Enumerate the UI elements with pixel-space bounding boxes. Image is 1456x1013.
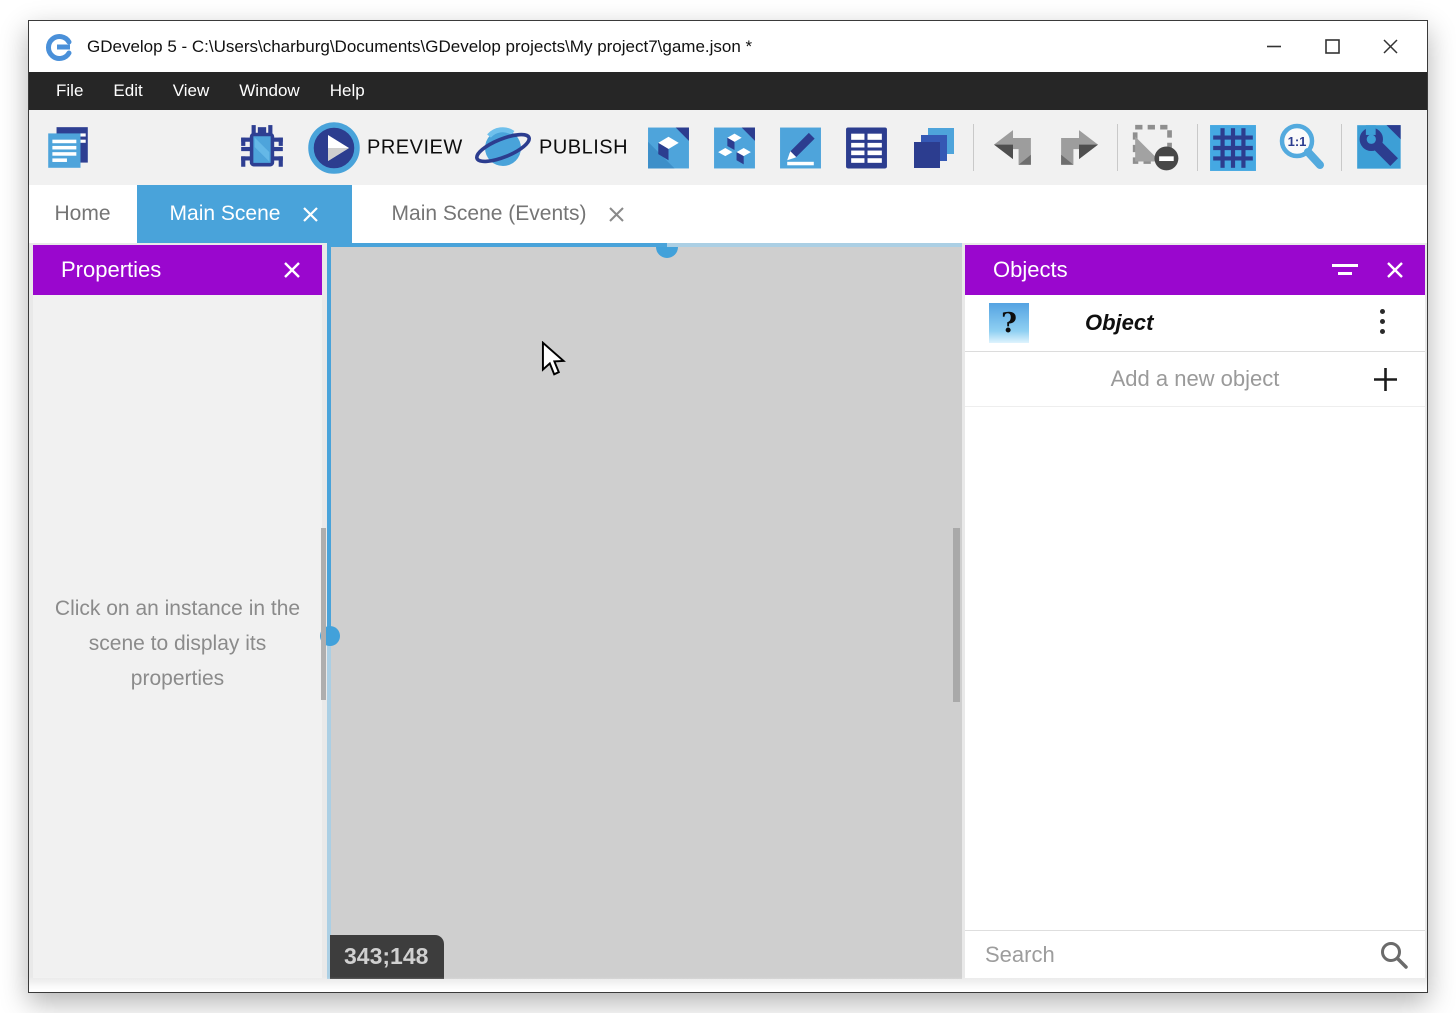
properties-panel: Properties Click on an instance in the s…	[33, 245, 322, 978]
game-window-top-border	[327, 243, 962, 247]
app-window: GDevelop 5 - C:\Users\charburg\Documents…	[28, 20, 1428, 993]
close-panel-icon[interactable]	[1385, 260, 1405, 285]
question-mark-icon: ?	[989, 303, 1029, 343]
toolbar-separator	[1341, 124, 1342, 171]
search-input[interactable]	[985, 942, 1355, 968]
properties-scrollbar-thumb[interactable]	[321, 528, 326, 700]
filter-icon[interactable]	[1331, 262, 1359, 283]
layers-icon	[910, 124, 958, 172]
properties-empty-message: Click on an instance in the scene to dis…	[50, 591, 306, 696]
main-area: Properties Click on an instance in the s…	[29, 243, 1427, 992]
preview-play-icon	[307, 121, 361, 175]
redo-button[interactable]	[1057, 129, 1101, 167]
kebab-menu-icon[interactable]	[1380, 309, 1385, 334]
objects-panel-header: Objects	[965, 245, 1425, 295]
objects-panel-title: Objects	[993, 257, 1068, 283]
toolbar-separator	[973, 124, 974, 171]
tab-close-icon[interactable]	[608, 206, 625, 223]
edit-properties-icon	[778, 125, 823, 170]
canvas-scrollbar-thumb[interactable]	[953, 528, 960, 702]
tab-label: Main Scene (Events)	[392, 202, 587, 226]
mouse-cursor-icon	[541, 341, 566, 378]
menu-file[interactable]: File	[41, 72, 98, 110]
minimize-button[interactable]	[1245, 21, 1303, 72]
tab-bar: Home Main Scene Main Scene (Events)	[29, 185, 1427, 243]
project-manager-button[interactable]	[43, 123, 93, 173]
debugger-icon	[237, 123, 287, 173]
menu-window[interactable]: Window	[224, 72, 314, 110]
setup-tools-button[interactable]	[1355, 123, 1405, 173]
menu-edit[interactable]: Edit	[98, 72, 157, 110]
objects-groups-button[interactable]	[712, 125, 757, 170]
tab-home[interactable]: Home	[40, 185, 125, 243]
toolbar-separator	[1117, 124, 1118, 171]
add-object-row[interactable]: Add a new object	[965, 352, 1425, 407]
debugger-button[interactable]	[237, 123, 287, 173]
toolbar-separator	[1197, 124, 1198, 171]
preview-button[interactable]	[307, 121, 361, 175]
publish-planet-icon	[473, 122, 535, 174]
project-manager-icon	[43, 123, 93, 173]
publish-label[interactable]: PUBLISH	[539, 136, 628, 159]
mask-icon	[1131, 123, 1181, 173]
maximize-button[interactable]	[1303, 21, 1361, 72]
objects-panel-empty-space	[965, 407, 1425, 930]
add-object-icon	[646, 125, 691, 170]
close-button[interactable]	[1361, 21, 1419, 72]
wrench-icon	[1355, 123, 1405, 173]
toggle-mask-button[interactable]	[1131, 123, 1181, 173]
grid-icon	[1209, 124, 1257, 172]
menu-help[interactable]: Help	[315, 72, 380, 110]
layers-button[interactable]	[910, 124, 958, 172]
tab-main-scene-events[interactable]: Main Scene (Events)	[352, 185, 665, 243]
preview-label[interactable]: PREVIEW	[367, 136, 463, 159]
properties-panel-header: Properties	[33, 245, 322, 295]
zoom-original-button[interactable]: 1:1	[1275, 121, 1329, 175]
window-title: GDevelop 5 - C:\Users\charburg\Documents…	[87, 37, 752, 57]
objects-panel: Objects ? Object Add a new object	[965, 245, 1425, 978]
undo-button[interactable]	[991, 129, 1035, 167]
tab-label: Home	[54, 202, 110, 226]
game-window-left-border	[327, 243, 331, 979]
tab-main-scene[interactable]: Main Scene	[137, 185, 352, 243]
objects-list-icon	[844, 125, 889, 170]
objects-groups-icon	[712, 125, 757, 170]
gdevelop-logo-icon	[44, 32, 74, 62]
add-object-label: Add a new object	[1111, 366, 1280, 392]
objects-list-button[interactable]	[844, 125, 889, 170]
plus-icon[interactable]	[1372, 366, 1399, 398]
object-list-item[interactable]: ? Object	[965, 295, 1425, 352]
window-bottom-fade	[29, 977, 1427, 992]
title-bar: GDevelop 5 - C:\Users\charburg\Documents…	[29, 21, 1427, 72]
close-panel-icon[interactable]	[282, 260, 302, 285]
scene-editor-canvas[interactable]: 343;148	[327, 247, 962, 979]
search-icon[interactable]	[1379, 940, 1409, 975]
properties-panel-body: Click on an instance in the scene to dis…	[33, 295, 322, 978]
properties-panel-title: Properties	[61, 257, 161, 283]
search-bar	[965, 930, 1425, 978]
resize-handle-top[interactable]	[656, 247, 678, 258]
publish-button[interactable]	[473, 122, 535, 174]
cursor-coordinates-badge: 343;148	[330, 935, 444, 979]
toolbar: PREVIEW PUBLISH	[29, 110, 1427, 185]
toggle-grid-button[interactable]	[1209, 124, 1257, 172]
add-object-button[interactable]	[646, 125, 691, 170]
edit-scene-properties-button[interactable]	[778, 125, 823, 170]
redo-icon	[1057, 129, 1101, 167]
undo-icon	[991, 129, 1035, 167]
object-name: Object	[1085, 310, 1153, 336]
tab-close-icon[interactable]	[302, 206, 319, 223]
zoom-ratio-label: 1:1	[1282, 134, 1312, 149]
menu-view[interactable]: View	[158, 72, 225, 110]
tab-label: Main Scene	[170, 202, 281, 226]
menu-bar: File Edit View Window Help	[29, 72, 1427, 110]
